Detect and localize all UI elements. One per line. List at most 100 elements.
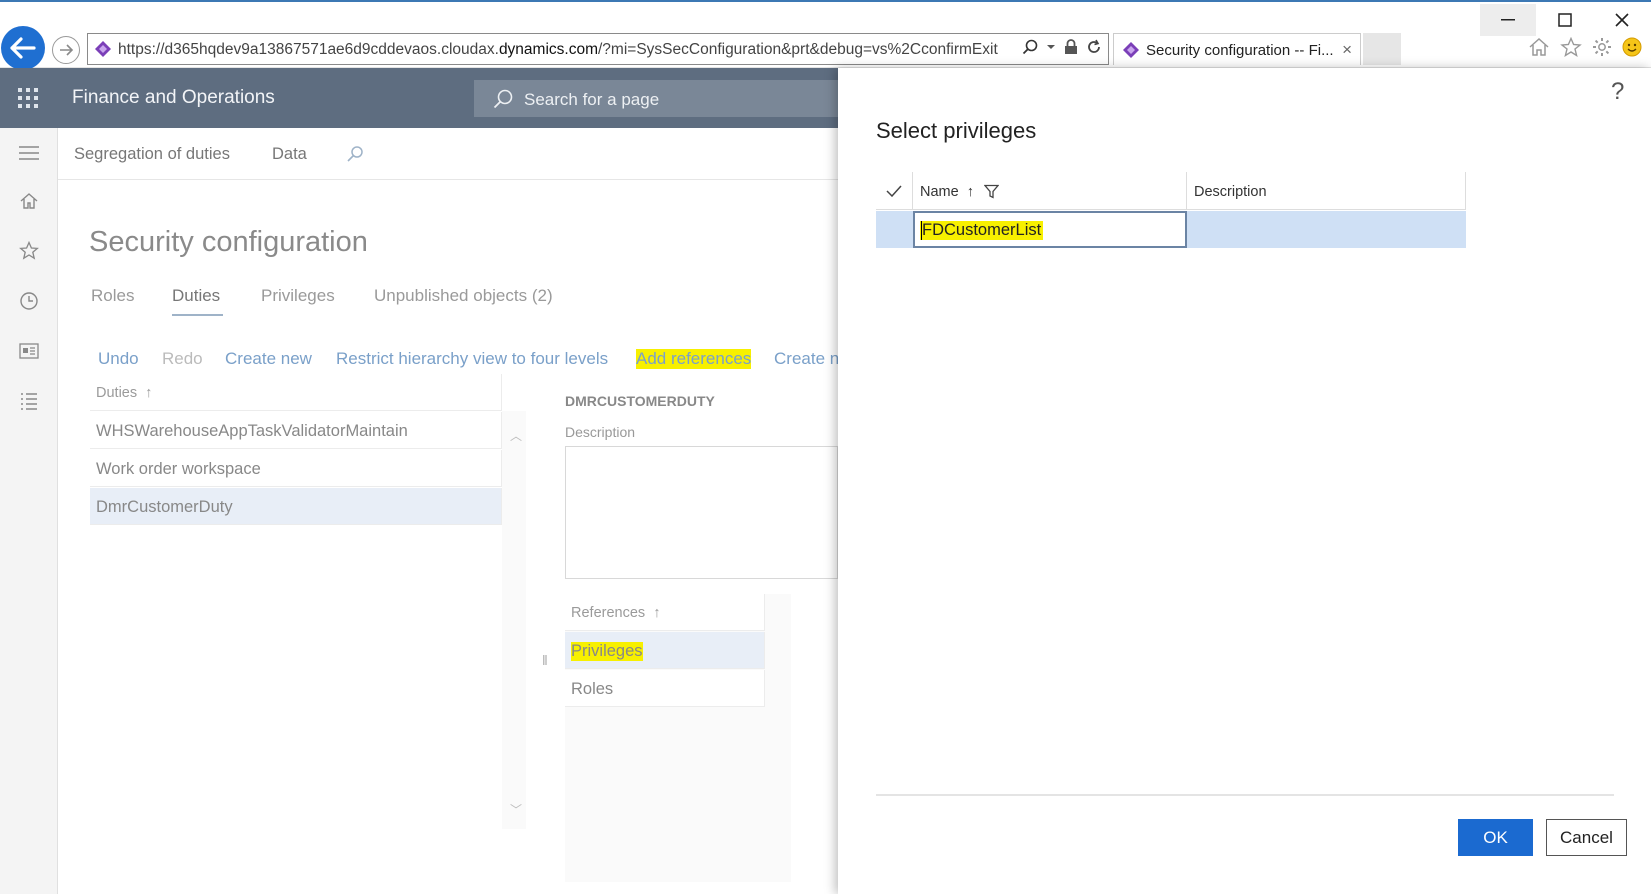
close-icon bbox=[1615, 13, 1629, 27]
navigation-rail bbox=[0, 128, 58, 894]
tab-privileges[interactable]: Privileges bbox=[261, 286, 335, 306]
page-search-box[interactable]: Search for a page bbox=[474, 80, 838, 117]
duties-header-label: Duties bbox=[96, 385, 138, 401]
search-icon bbox=[493, 89, 513, 109]
modules-list-icon[interactable] bbox=[17, 389, 41, 413]
sort-ascending-icon: ↑ bbox=[145, 385, 153, 401]
privilege-name-input[interactable]: FDCustomerList bbox=[913, 211, 1187, 248]
description-column-header[interactable]: Description bbox=[1187, 172, 1466, 210]
new-tab-button[interactable] bbox=[1363, 33, 1401, 65]
name-column-label: Name ↑ bbox=[920, 184, 974, 200]
duties-grid-header[interactable]: Duties ↑ bbox=[90, 374, 502, 411]
settings-gear-icon[interactable] bbox=[1592, 37, 1612, 57]
references-grid: References ↑ Privileges Roles bbox=[565, 594, 791, 882]
create-more-button[interactable]: Create n bbox=[774, 349, 838, 369]
add-references-button[interactable]: Add references bbox=[636, 349, 752, 369]
scroll-up-icon[interactable]: ︿ bbox=[510, 427, 522, 444]
description-field[interactable] bbox=[565, 446, 838, 579]
url-prefix: https://d365hqdev9a13867571ae6d9cddevaos… bbox=[118, 41, 499, 58]
references-header-label: References bbox=[571, 605, 646, 621]
action-data[interactable]: Data bbox=[272, 145, 307, 164]
dynamics-tab-icon bbox=[1123, 42, 1139, 58]
duty-row-selected[interactable]: DmrCustomerDuty bbox=[90, 488, 502, 525]
window-maximize-button[interactable] bbox=[1537, 4, 1593, 36]
restrict-hierarchy-button[interactable]: Restrict hierarchy view to four levels bbox=[336, 349, 608, 369]
refresh-icon[interactable] bbox=[1086, 39, 1102, 55]
browser-toolbar-icons bbox=[1528, 37, 1642, 57]
action-segregation-of-duties[interactable]: Segregation of duties bbox=[74, 145, 230, 164]
action-search-icon[interactable] bbox=[346, 145, 364, 163]
dialog-footer-divider bbox=[876, 794, 1614, 796]
back-arrow-icon bbox=[10, 37, 36, 59]
app-launcher-waffle-icon[interactable] bbox=[18, 88, 38, 108]
privileges-grid-header: Name ↑ Description bbox=[876, 172, 1466, 210]
window-close-button[interactable] bbox=[1594, 4, 1650, 36]
favorites-star-icon[interactable] bbox=[17, 239, 41, 263]
privilege-row-selected[interactable]: FDCustomerList bbox=[876, 211, 1466, 248]
references-grid-header[interactable]: References ↑ bbox=[565, 594, 765, 631]
tab-unpublished-objects[interactable]: Unpublished objects (2) bbox=[374, 286, 553, 306]
privilege-name-value: FDCustomerList bbox=[920, 221, 1044, 240]
dynamics-site-icon bbox=[95, 41, 111, 57]
lock-icon[interactable] bbox=[1064, 39, 1078, 55]
text-cursor bbox=[921, 221, 922, 240]
undo-button[interactable]: Undo bbox=[98, 349, 139, 369]
name-column-header[interactable]: Name ↑ bbox=[913, 172, 1187, 210]
minimize-icon bbox=[1501, 19, 1515, 21]
name-header-text: Name bbox=[920, 184, 959, 200]
duty-detail-title: DMRCUSTOMERDUTY bbox=[565, 393, 715, 409]
window-minimize-button[interactable] bbox=[1480, 4, 1536, 36]
home-icon[interactable] bbox=[17, 189, 41, 213]
tab-close-icon[interactable]: × bbox=[1342, 40, 1352, 60]
tab-duties[interactable]: Duties bbox=[172, 286, 220, 306]
browser-forward-button[interactable] bbox=[52, 36, 80, 64]
reference-name: Roles bbox=[571, 680, 614, 698]
ok-button[interactable]: OK bbox=[1458, 819, 1533, 856]
browser-chrome: https://d365hqdev9a13867571ae6d9cddevaos… bbox=[0, 0, 1651, 70]
duty-row[interactable]: Work order workspace bbox=[90, 450, 502, 487]
tab-roles[interactable]: Roles bbox=[91, 286, 134, 306]
filter-funnel-icon[interactable] bbox=[984, 184, 999, 199]
workspaces-icon[interactable] bbox=[17, 339, 41, 363]
duty-row[interactable]: WHSWarehouseAppTaskValidatorMaintain bbox=[90, 412, 502, 449]
dialog-title: Select privileges bbox=[876, 118, 1037, 143]
recent-clock-icon[interactable] bbox=[17, 289, 41, 313]
scroll-down-icon[interactable]: ﹀ bbox=[510, 801, 522, 818]
duties-scrollbar[interactable]: ︿ ﹀ bbox=[502, 411, 526, 829]
home-icon[interactable] bbox=[1528, 37, 1550, 57]
dropdown-caret-icon[interactable] bbox=[1046, 43, 1056, 51]
cancel-button[interactable]: Cancel bbox=[1546, 819, 1627, 856]
checkmark-icon bbox=[886, 185, 902, 197]
app-header: Finance and Operations Search for a page bbox=[0, 68, 838, 128]
duties-grid: Duties ↑ WHSWarehouseAppTaskValidatorMai… bbox=[90, 374, 526, 829]
active-tab-underline bbox=[172, 314, 223, 316]
url-domain: dynamics.com bbox=[498, 41, 598, 58]
select-privileges-dialog: ? Select privileges Name ↑ Description F… bbox=[838, 68, 1651, 894]
smiley-feedback-icon[interactable] bbox=[1622, 37, 1642, 57]
reference-row[interactable]: Roles bbox=[565, 670, 765, 707]
browser-tab-security-configuration[interactable]: Security configuration -- Fi... × bbox=[1113, 33, 1361, 65]
pane-splitter-handle[interactable]: ‖ bbox=[542, 652, 548, 668]
finance-operations-app: Finance and Operations Search for a page bbox=[0, 68, 838, 894]
duties-column-header: Duties ↑ bbox=[96, 385, 152, 401]
duty-name: WHSWarehouseAppTaskValidatorMaintain bbox=[96, 422, 408, 440]
address-bar-icons bbox=[1022, 39, 1102, 55]
chrome-top-border bbox=[0, 0, 1651, 2]
page-title: Security configuration bbox=[89, 226, 368, 258]
sort-ascending-icon: ↑ bbox=[966, 184, 974, 200]
create-new-button[interactable]: Create new bbox=[225, 349, 312, 369]
url-text: https://d365hqdev9a13867571ae6d9cddevaos… bbox=[118, 41, 998, 59]
select-all-checkbox[interactable] bbox=[876, 172, 913, 210]
hamburger-menu-icon[interactable] bbox=[17, 141, 41, 165]
sort-ascending-icon: ↑ bbox=[653, 605, 661, 621]
redo-button[interactable]: Redo bbox=[162, 349, 203, 369]
address-bar[interactable]: https://d365hqdev9a13867571ae6d9cddevaos… bbox=[87, 33, 1109, 65]
reference-row-selected[interactable]: Privileges bbox=[565, 632, 765, 669]
duty-name: Work order workspace bbox=[96, 460, 261, 478]
help-icon[interactable]: ? bbox=[1611, 78, 1624, 106]
action-pane: Segregation of duties Data bbox=[58, 128, 838, 180]
search-icon[interactable] bbox=[1022, 39, 1038, 55]
description-label: Description bbox=[565, 424, 636, 440]
favorites-star-icon[interactable] bbox=[1560, 37, 1582, 57]
browser-back-button[interactable] bbox=[1, 26, 45, 70]
